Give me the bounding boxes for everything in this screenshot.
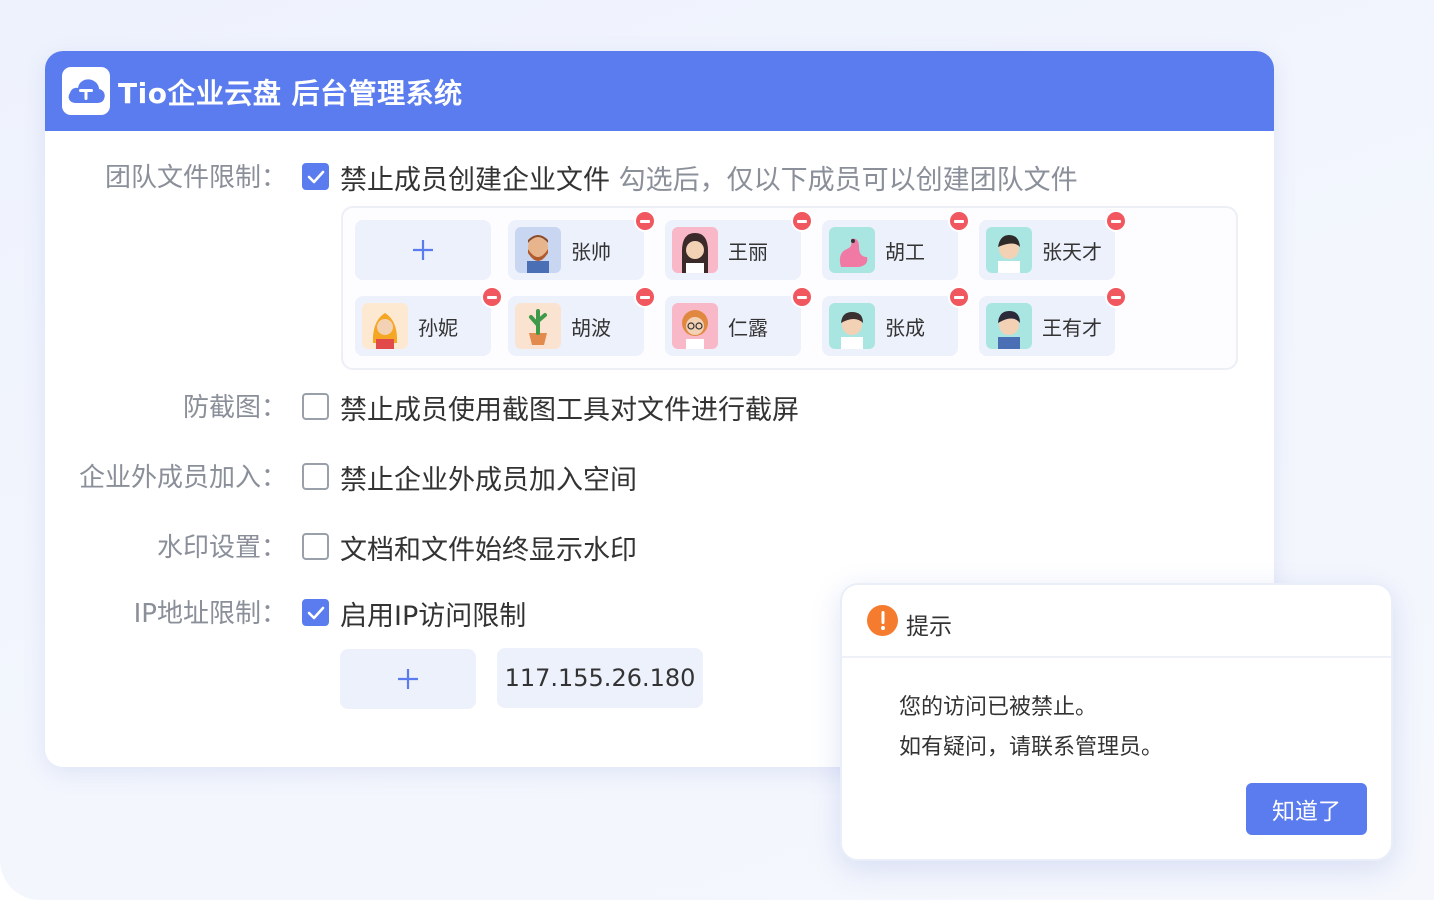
ip-label: IP地址限制：	[133, 599, 287, 629]
avatar	[362, 303, 408, 349]
remove-member-button[interactable]	[948, 286, 970, 308]
minus-icon	[1111, 295, 1121, 299]
team-file-option: 禁止成员创建企业文件 勾选后，仅以下成员可以创建团队文件	[340, 158, 1078, 197]
member-chip[interactable]: 王有才	[979, 286, 1127, 356]
team-file-option-text: 禁止成员创建企业文件	[340, 165, 610, 196]
external-checkbox[interactable]	[302, 463, 329, 490]
member-name: 孙妮	[418, 316, 458, 340]
screenshot-checkbox[interactable]	[302, 393, 329, 420]
ip-address-chip[interactable]: 117.155.26.180	[497, 648, 703, 708]
app-header: Tio企业云盘 后台管理系统	[45, 51, 1274, 131]
alert-dialog: 提示 您的访问已被禁止。 如有疑问，请联系管理员。 知道了	[840, 583, 1393, 861]
checkmark-icon	[307, 606, 324, 619]
ip-label-col: IP地址限制：	[45, 593, 287, 633]
minus-icon	[954, 295, 964, 299]
member-chip[interactable]: 张帅	[508, 210, 656, 280]
remove-member-button[interactable]	[948, 210, 970, 232]
plus-icon	[413, 240, 433, 260]
screenshot-label: 防截图：	[182, 393, 287, 423]
team-file-hint: 勾选后，仅以下成员可以创建团队文件	[618, 165, 1078, 196]
member-chip[interactable]: 孙妮	[355, 286, 503, 356]
minus-icon	[797, 219, 807, 223]
app-logo	[62, 67, 110, 115]
member-name: 张帅	[571, 240, 611, 264]
watermark-label: 水印设置：	[156, 533, 287, 563]
member-name: 仁露	[728, 316, 768, 340]
plus-icon	[398, 669, 418, 689]
member-name: 张成	[885, 316, 925, 340]
screenshot-option: 禁止成员使用截图工具对文件进行截屏	[340, 395, 799, 426]
watermark-option: 文档和文件始终显示水印	[340, 535, 637, 566]
ip-option: 启用IP访问限制	[340, 601, 527, 632]
remove-member-button[interactable]	[791, 210, 813, 232]
member-name: 王有才	[1042, 316, 1102, 340]
dialog-title: 提示	[906, 614, 952, 640]
avatar	[672, 227, 718, 273]
remove-member-button[interactable]	[634, 286, 656, 308]
team-file-checkbox[interactable]	[302, 163, 329, 190]
minus-icon	[797, 295, 807, 299]
avatar	[829, 227, 875, 273]
avatar	[672, 303, 718, 349]
external-option: 禁止企业外成员加入空间	[340, 465, 637, 496]
member-name: 王丽	[728, 240, 768, 264]
minus-icon	[954, 219, 964, 223]
remove-member-button[interactable]	[1105, 286, 1127, 308]
confirm-button[interactable]: 知道了	[1246, 783, 1367, 835]
screenshot-label-col: 防截图：	[45, 387, 287, 427]
member-chip[interactable]: 胡工	[822, 210, 970, 280]
member-list: 张帅 王丽 胡工 张天才 孙妮 胡波 仁露 张成 王有才	[341, 206, 1238, 370]
avatar	[986, 303, 1032, 349]
minus-icon	[640, 219, 650, 223]
external-label-col: 企业外成员加入：	[45, 457, 287, 497]
minus-icon	[640, 295, 650, 299]
team-file-label-col: 团队文件限制：	[45, 157, 287, 197]
member-chip[interactable]: 张天才	[979, 210, 1127, 280]
dialog-message-line1: 您的访问已被禁止。	[899, 695, 1098, 720]
member-chip[interactable]: 王丽	[665, 210, 813, 280]
member-name: 张天才	[1042, 240, 1102, 264]
avatar	[515, 227, 561, 273]
watermark-checkbox[interactable]	[302, 533, 329, 560]
minus-icon	[1111, 219, 1121, 223]
cloud-upload-icon	[68, 79, 105, 103]
minus-icon	[487, 295, 497, 299]
remove-member-button[interactable]	[791, 286, 813, 308]
app-title: Tio企业云盘 后台管理系统	[118, 77, 463, 110]
remove-member-button[interactable]	[634, 210, 656, 232]
avatar	[515, 303, 561, 349]
member-name: 胡波	[571, 316, 611, 340]
avatar	[829, 303, 875, 349]
remove-member-button[interactable]	[481, 286, 503, 308]
dialog-header: 提示	[842, 585, 1391, 658]
avatar	[986, 227, 1032, 273]
team-file-label: 团队文件限制：	[104, 163, 287, 193]
checkmark-icon	[307, 170, 324, 183]
member-chip[interactable]: 张成	[822, 286, 970, 356]
external-label: 企业外成员加入：	[78, 463, 287, 493]
watermark-label-col: 水印设置：	[45, 527, 287, 567]
member-chip[interactable]: 仁露	[665, 286, 813, 356]
add-member-button[interactable]	[355, 220, 491, 280]
member-chip[interactable]: 胡波	[508, 286, 656, 356]
warning-icon	[867, 605, 898, 636]
dialog-message-line2: 如有疑问，请联系管理员。	[899, 735, 1164, 760]
add-ip-button[interactable]	[340, 649, 476, 709]
ip-checkbox[interactable]	[302, 599, 329, 626]
member-name: 胡工	[885, 240, 925, 264]
remove-member-button[interactable]	[1105, 210, 1127, 232]
